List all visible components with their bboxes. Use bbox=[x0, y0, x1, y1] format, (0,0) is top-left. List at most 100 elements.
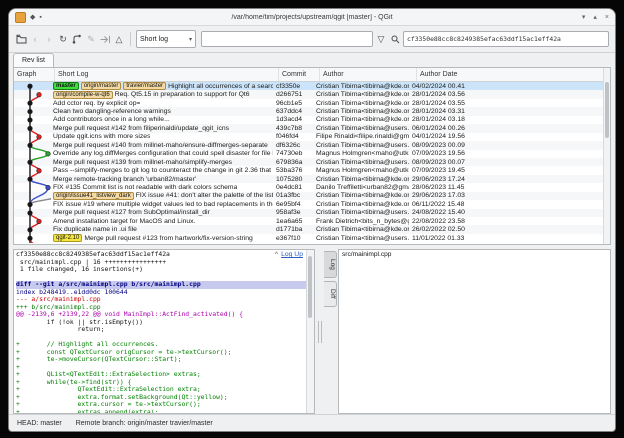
table-row[interactable]: FIX #135 Commit list is not readable wit… bbox=[14, 183, 610, 191]
graph-cell bbox=[14, 90, 51, 98]
maximize-button[interactable]: ▴ bbox=[593, 13, 597, 22]
column-header-shortlog[interactable]: Short Log bbox=[55, 68, 279, 81]
table-row[interactable]: Amend installation target for MacOS and … bbox=[14, 217, 610, 225]
scrollbar-thumb[interactable] bbox=[605, 82, 609, 138]
rev-list-scrollbar[interactable] bbox=[603, 68, 610, 244]
author-date-cell: 22/08/2022 23.58 bbox=[409, 218, 610, 225]
author-cell: Danilo Treffiletti<urban82@gmail.c… bbox=[313, 184, 409, 191]
shortlog-cell: Amend installation target for MacOS and … bbox=[51, 218, 273, 225]
commit-sha-cell: 01a3fbc bbox=[273, 192, 313, 199]
commit-subject: FIX issue #41: don't alter the palette o… bbox=[136, 192, 273, 199]
diff-line: + te->moveCursor(QTextCursor::Start); bbox=[16, 356, 306, 364]
toolbar-separator bbox=[130, 32, 131, 46]
table-row[interactable]: qgit-2.10Merge pull request #123 from ha… bbox=[14, 234, 610, 242]
tabbar: Rev list bbox=[9, 53, 615, 67]
diff-panel: cf3350e88cc8c8249385efac63ddf15ac1eff42a… bbox=[13, 249, 315, 414]
table-row[interactable]: Override any log.diffMerges configuratio… bbox=[14, 150, 610, 158]
tab-diff[interactable]: Diff bbox=[324, 281, 337, 307]
column-header-authordate[interactable]: Author Date bbox=[417, 68, 610, 81]
shade-icon[interactable]: ▪ bbox=[39, 13, 41, 22]
table-row[interactable]: Add contributors once in a long while...… bbox=[14, 116, 610, 124]
goto-commit-button[interactable] bbox=[99, 31, 111, 47]
diff-scrollbar[interactable] bbox=[306, 250, 314, 413]
diff-scrollbar-thumb[interactable] bbox=[308, 256, 312, 318]
commit-subject: Add cctor req. by explicit op= bbox=[53, 100, 140, 107]
commit-subject: Merge pull request #127 from SubOptimal/… bbox=[53, 209, 210, 216]
toolbar: ‹ › ↻ ✎ △ Short log ▾ ▽ bbox=[9, 26, 615, 53]
table-row[interactable]: Merge pull request #142 from filiperinal… bbox=[14, 124, 610, 132]
tree-view-button[interactable] bbox=[71, 31, 83, 47]
commit-sha-cell: f046fd4 bbox=[273, 133, 313, 140]
table-row[interactable]: masterorigin/mastertravier/masterHighlig… bbox=[14, 82, 610, 90]
tab-log[interactable]: Log bbox=[324, 251, 337, 278]
side-panel: Log Diff src/mainimpl.cpp bbox=[324, 249, 611, 414]
commit-subject: Add contributors once in a long while... bbox=[53, 116, 170, 123]
shortlog-cell: FIX issue #19 where multiple widget valu… bbox=[51, 201, 273, 208]
view-mode-select[interactable]: Short log ▾ bbox=[136, 30, 196, 48]
shortlog-cell: origin/issue41_listview_darkFIX issue #4… bbox=[51, 192, 273, 200]
status-remote-branch: Remote branch: origin/master travier/mas… bbox=[76, 420, 213, 427]
close-button[interactable]: × bbox=[605, 13, 609, 22]
commit-subject: Merge remote-tracking branch 'urban82/ma… bbox=[53, 176, 196, 183]
column-header-commit[interactable]: Commit bbox=[279, 68, 320, 81]
table-row[interactable]: Add cctor req. by explicit op=96cb1e5Cri… bbox=[14, 99, 610, 107]
rev-table-body: masterorigin/mastertravier/masterHighlig… bbox=[14, 82, 610, 244]
commit-sha-cell: 1075280 bbox=[273, 176, 313, 183]
table-row[interactable]: Merge pull request #140 from millnet-mah… bbox=[14, 141, 610, 149]
sha-input[interactable] bbox=[403, 31, 609, 47]
graph-cell bbox=[14, 124, 51, 132]
collapse-up-icon[interactable]: ^ bbox=[275, 251, 278, 258]
find-button[interactable] bbox=[389, 31, 401, 47]
table-row[interactable]: Merge pull request #127 from SubOptimal/… bbox=[14, 209, 610, 217]
table-row[interactable]: Pass --simplify-merges to git log to cou… bbox=[14, 166, 610, 174]
filter-button[interactable]: ▽ bbox=[375, 31, 387, 47]
commit-subject: FIX #135 Commit list is not readable wit… bbox=[53, 184, 237, 191]
arrow-to-bar-icon bbox=[100, 35, 111, 44]
commit-subject: Merge pull request #142 from filiperinal… bbox=[53, 125, 229, 132]
folder-icon bbox=[16, 34, 27, 44]
shortlog-cell: Merge pull request #140 from millnet-mah… bbox=[51, 142, 273, 149]
minimize-button[interactable]: ▾ bbox=[582, 13, 586, 22]
column-header-author[interactable]: Author bbox=[320, 68, 417, 81]
shortlog-cell: Add cctor req. by explicit op= bbox=[51, 100, 273, 107]
commit-sha-cell: 6e95bf4 bbox=[273, 201, 313, 208]
rev-table: Graph Short Log Commit Author Author Dat… bbox=[13, 67, 611, 245]
commit-subject: Clean two dangling-reference warnings bbox=[53, 108, 171, 115]
pin-icon[interactable]: ◆ bbox=[30, 13, 35, 22]
shortlog-cell: Merge pull request #139 from millnet-mah… bbox=[51, 159, 273, 166]
shortlog-cell: Merge pull request #142 from filiperinal… bbox=[51, 125, 273, 132]
search-input[interactable] bbox=[201, 31, 373, 47]
table-row[interactable]: Update qgit.icns with more sizesf046fd4F… bbox=[14, 133, 610, 141]
log-up-link[interactable]: Log Up bbox=[281, 251, 303, 258]
table-row[interactable]: origin/issue41_listview_darkFIX issue #4… bbox=[14, 192, 610, 200]
author-date-cell: 28/01/2024 03.55 bbox=[409, 100, 610, 107]
table-row[interactable]: Clean two dangling-reference warnings637… bbox=[14, 107, 610, 115]
tab-rev-list[interactable]: Rev list bbox=[13, 53, 54, 67]
shortlog-cell: Override any log.diffMerges configuratio… bbox=[51, 150, 273, 157]
forward-button[interactable]: › bbox=[43, 31, 55, 47]
back-button[interactable]: ‹ bbox=[29, 31, 41, 47]
table-row[interactable]: Merge pull request #139 from millnet-mah… bbox=[14, 158, 610, 166]
table-row[interactable]: origin/compile-w-qt6Req. Qt5.15 in prepa… bbox=[14, 90, 610, 98]
apply-patch-button[interactable]: △ bbox=[113, 31, 125, 47]
shortlog-cell: Clean two dangling-reference warnings bbox=[51, 108, 273, 115]
commit-sha-cell: d266751 bbox=[273, 91, 313, 98]
commit-subject: Amend installation target for MacOS and … bbox=[53, 218, 195, 225]
table-row[interactable]: Merge remote-tracking branch 'urban82/ma… bbox=[14, 175, 610, 183]
column-header-graph[interactable]: Graph bbox=[14, 68, 55, 81]
file-list-item[interactable]: src/mainimpl.cpp bbox=[339, 250, 610, 259]
commit-subject: Highlight all occurrences of a search te… bbox=[168, 83, 273, 90]
shortlog-cell: Update qgit.icns with more sizes bbox=[51, 133, 273, 140]
table-row[interactable]: Fix duplicate name in .ui filed1771baCri… bbox=[14, 225, 610, 233]
edit-file-button[interactable]: ✎ bbox=[85, 31, 97, 47]
titlebar: ◆ ▪ /var/home/tim/projects/upstream/qgit… bbox=[9, 9, 615, 26]
ref-badge-remote: origin/master bbox=[81, 82, 122, 90]
commit-subject: Fix duplicate name in .ui file bbox=[53, 226, 137, 233]
vertical-splitter[interactable] bbox=[315, 249, 324, 414]
table-row[interactable]: FIX issue #19 where multiple widget valu… bbox=[14, 200, 610, 208]
commit-sha-cell: 96cb1e5 bbox=[273, 100, 313, 107]
author-cell: Cristian Tibirna<tibirna@users.noc… bbox=[313, 159, 409, 166]
refresh-button[interactable]: ↻ bbox=[57, 31, 69, 47]
open-repo-button[interactable] bbox=[15, 31, 27, 47]
diff-content[interactable]: cf3350e88cc8c8249385efac63ddf15ac1eff42a… bbox=[16, 251, 306, 413]
